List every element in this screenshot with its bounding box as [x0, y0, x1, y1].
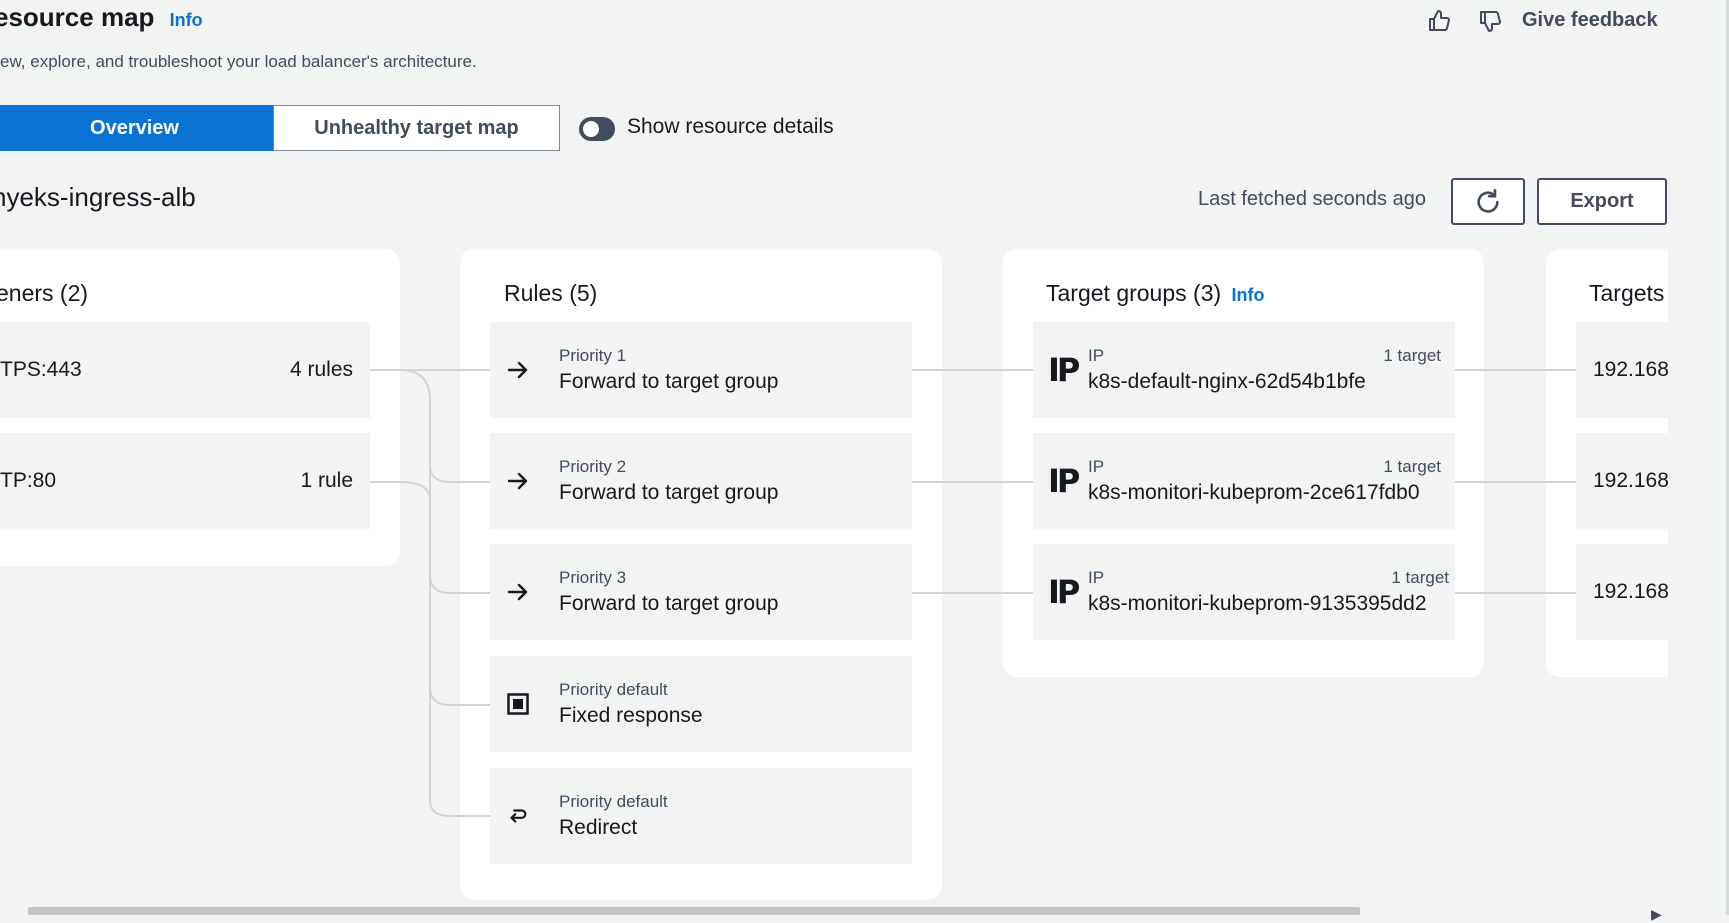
rule-action: Redirect: [559, 816, 638, 839]
target-group-type: IP: [1088, 568, 1105, 587]
target-count: 1 target: [1391, 568, 1449, 587]
arrow-right-icon: [505, 580, 531, 604]
target-count: 1 target: [1383, 346, 1441, 365]
target-groups-title: Target groups (3) Info: [1046, 280, 1265, 306]
listener-rule-count: 4 rules: [289, 358, 353, 381]
rule-card[interactable]: Priority 1 Forward to target group: [490, 322, 912, 418]
listener-rule-count: 1 rule: [300, 469, 353, 492]
target-group-name: k8s-monitori-kubeprom-2ce617fdb0: [1088, 481, 1420, 504]
target-card[interactable]: 192.168: [1576, 322, 1668, 418]
listeners-title: eners (2): [0, 280, 89, 306]
rule-action: Fixed response: [559, 704, 703, 727]
arrow-right-icon: [505, 358, 531, 382]
rule-card[interactable]: Priority 3 Forward to target group: [490, 544, 912, 640]
target-ip: 192.168: [1593, 358, 1668, 381]
rule-priority: Priority 2: [559, 457, 627, 476]
rule-priority: Priority default: [559, 680, 668, 699]
rule-action: Forward to target group: [559, 592, 779, 615]
ip-icon: IP: [1048, 462, 1080, 500]
target-count: 1 target: [1383, 457, 1441, 476]
fixed-response-icon: [505, 693, 531, 715]
resource-map-viewport: esource map Info ew, explore, and troubl…: [0, 0, 1668, 915]
target-ip: 192.168: [1593, 469, 1668, 492]
listener-card[interactable]: TP:80 1 rule: [0, 433, 370, 529]
rules-title: Rules (5): [504, 280, 598, 306]
rule-priority: Priority 3: [559, 568, 627, 587]
targets-title: Targets: [1589, 280, 1665, 306]
listener-protocol: TPS:443: [0, 358, 82, 381]
ip-icon: IP: [1048, 351, 1080, 389]
redirect-icon: [505, 805, 531, 827]
listener-protocol: TP:80: [0, 469, 57, 492]
target-group-type: IP: [1088, 346, 1105, 365]
listener-card[interactable]: TPS:443 4 rules: [0, 322, 370, 418]
target-group-type: IP: [1088, 457, 1105, 476]
rule-priority: Priority default: [559, 792, 668, 811]
rule-priority: Priority 1: [559, 346, 627, 365]
target-card[interactable]: 192.168: [1576, 544, 1668, 640]
target-group-card[interactable]: IP IP 1 target k8s-default-nginx-62d54b1…: [1033, 322, 1455, 418]
arrow-right-icon: [505, 469, 531, 493]
target-group-card[interactable]: IP IP 1 target k8s-monitori-kubeprom-2ce…: [1033, 433, 1455, 529]
target-group-card[interactable]: IP IP 1 target k8s-monitori-kubeprom-913…: [1033, 544, 1455, 640]
target-group-name: k8s-default-nginx-62d54b1bfe: [1088, 370, 1366, 393]
target-ip: 192.168: [1593, 580, 1668, 603]
rule-card[interactable]: Priority default Fixed response: [490, 656, 912, 752]
target-group-name: k8s-monitori-kubeprom-9135395dd2: [1088, 592, 1427, 615]
info-link[interactable]: Info: [1232, 285, 1265, 305]
scrollbar-thumb[interactable]: [28, 907, 1360, 915]
target-card[interactable]: 192.168: [1576, 433, 1668, 529]
rule-action: Forward to target group: [559, 481, 779, 504]
ip-icon: IP: [1048, 573, 1080, 611]
rule-card[interactable]: Priority default Redirect: [490, 768, 912, 864]
rule-card[interactable]: Priority 2 Forward to target group: [490, 433, 912, 529]
rule-action: Forward to target group: [559, 370, 779, 393]
